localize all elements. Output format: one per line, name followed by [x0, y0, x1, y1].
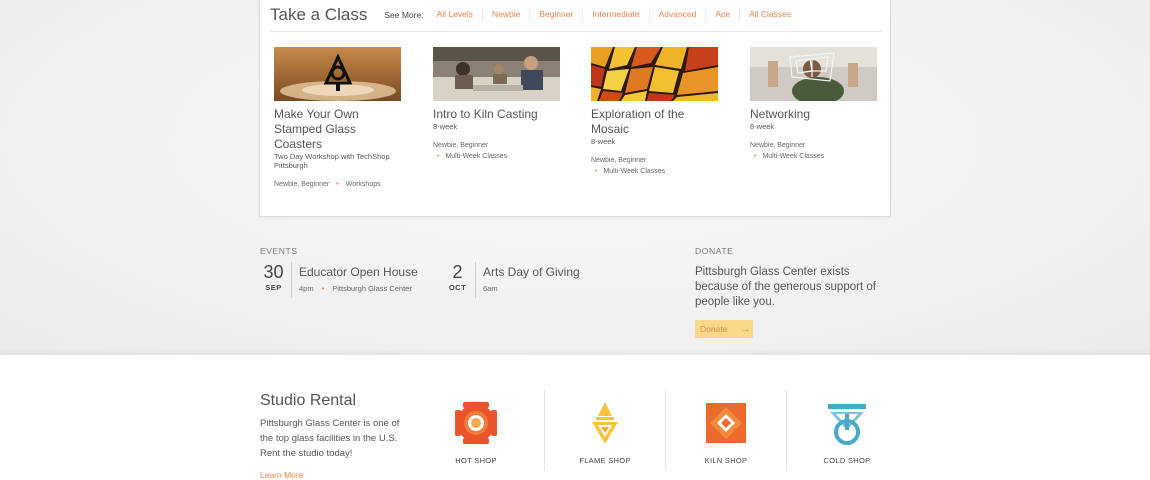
event-item[interactable]: 30 SEP Educator Open House 4pm • Pittsburg… — [256, 262, 418, 298]
class-subtitle: Two Day Workshop with TechShop Pittsburg… — [274, 152, 390, 170]
shop-flame[interactable]: FLAME SHOP — [545, 392, 665, 472]
event-day: 30 — [263, 262, 284, 282]
event-body: Educator Open House 4pm • Pittsburgh Glass… — [292, 262, 418, 298]
class-levels: Newbie, Beginner — [591, 157, 647, 164]
class-item[interactable]: Networking 8-week Newbie, Beginner • Mult… — [750, 47, 878, 162]
class-image-kiln-casting[interactable] — [433, 47, 560, 101]
flame-shop-icon — [592, 402, 618, 444]
class-category-row: • Multi-Week Classes — [433, 151, 561, 162]
event-date: 2 OCT — [440, 262, 476, 298]
class-category-row: • Multi-Week Classes — [591, 166, 719, 177]
class-name[interactable]: Make Your Own Stamped Glass Coasters — [274, 107, 402, 152]
class-category[interactable]: Multi-Week Classes — [445, 153, 507, 160]
event-time: 4pm — [299, 284, 314, 293]
filter-intermediate[interactable]: Intermediate — [583, 9, 650, 20]
see-more-label: See More: — [384, 9, 424, 20]
filter-ace[interactable]: Ace — [706, 9, 741, 20]
class-category[interactable]: Multi-Week Classes — [762, 153, 824, 160]
filter-newbie[interactable]: Newbie — [483, 9, 531, 20]
class-category[interactable]: Multi-Week Classes — [603, 168, 665, 175]
class-name[interactable]: Intro to Kiln Casting — [433, 107, 561, 122]
shop-label: HOT SHOP — [455, 456, 497, 465]
bullet-icon: • — [754, 153, 757, 160]
bullet-icon: • — [437, 153, 440, 160]
class-name[interactable]: Exploration of the Mosaic — [591, 107, 719, 137]
take-a-class-header: Take a Class See More: All Levels Newbie… — [270, 0, 882, 32]
class-image-mosaic[interactable] — [591, 47, 718, 101]
event-body: Arts Day of Giving 6am — [476, 262, 580, 298]
class-levels: Newbie, Beginner — [433, 142, 489, 149]
class-subtitle: 8-week — [750, 122, 775, 131]
studio-rental-text: Pittsburgh Glass Center is one of the to… — [260, 418, 400, 459]
kiln-shop-icon — [706, 403, 746, 443]
event-title[interactable]: Educator Open House — [299, 262, 418, 282]
take-a-class-card: Take a Class See More: All Levels Newbie… — [259, 0, 891, 217]
filter-all-classes[interactable]: All Classes — [740, 9, 800, 20]
class-subtitle: 8-week — [591, 137, 616, 146]
take-a-class-title: Take a Class — [270, 4, 368, 24]
events-label: EVENTS — [260, 246, 298, 256]
class-item[interactable]: Exploration of the Mosaic 8-week Newbie,… — [591, 47, 719, 177]
donate-button[interactable]: Donate → — [695, 320, 753, 338]
bullet-icon: • — [595, 168, 598, 175]
event-month: OCT — [448, 283, 467, 292]
hot-shop-icon — [455, 402, 497, 444]
shop-hot[interactable]: HOT SHOP — [416, 392, 536, 472]
shop-cold[interactable]: COLD SHOP — [787, 392, 907, 472]
filter-all-levels[interactable]: All Levels — [428, 9, 483, 20]
arrow-right-icon: → — [740, 323, 751, 335]
shop-kiln[interactable]: KILN SHOP — [666, 392, 786, 472]
class-name[interactable]: Networking — [750, 107, 878, 122]
bullet-icon: • — [336, 181, 339, 188]
event-location: Pittsburgh Glass Center — [332, 284, 412, 293]
event-item[interactable]: 2 OCT Arts Day of Giving 6am — [440, 262, 580, 298]
bullet-icon: • — [321, 284, 325, 293]
event-meta: 6am — [483, 284, 580, 293]
donate-text: Pittsburgh Glass Center exists because o… — [695, 266, 876, 308]
donate-button-label: Donate — [700, 324, 728, 334]
filter-advanced[interactable]: Advanced — [650, 9, 707, 20]
class-levels: Newbie, Beginner • Workshops — [274, 179, 402, 190]
event-meta: 4pm • Pittsburgh Glass Center — [299, 284, 418, 293]
class-image-coasters[interactable] — [274, 47, 401, 101]
studio-rental-title: Studio Rental — [260, 392, 357, 409]
shop-label: COLD SHOP — [823, 456, 871, 465]
donate-label: DONATE — [695, 246, 734, 256]
event-time: 6am — [483, 284, 498, 293]
learn-more-link[interactable]: Learn More — [260, 470, 303, 480]
event-date: 30 SEP — [256, 262, 292, 298]
event-title[interactable]: Arts Day of Giving — [483, 262, 580, 282]
class-subtitle: 8-week — [433, 122, 458, 131]
class-category-row: • Multi-Week Classes — [750, 151, 878, 162]
filter-beginner[interactable]: Beginner — [530, 9, 584, 20]
class-item[interactable]: Intro to Kiln Casting 8-week Newbie, Beg… — [433, 47, 561, 162]
class-item[interactable]: Make Your Own Stamped Glass Coasters Two… — [274, 47, 402, 190]
event-month: SEP — [265, 283, 282, 292]
shop-label: KILN SHOP — [704, 456, 748, 465]
class-category[interactable]: Workshops — [346, 181, 381, 188]
class-image-networking[interactable] — [750, 47, 877, 101]
class-levels-text: Newbie, Beginner — [274, 181, 330, 188]
shop-label: FLAME SHOP — [579, 456, 631, 465]
class-levels: Newbie, Beginner — [750, 142, 806, 149]
cold-shop-icon — [828, 404, 866, 445]
event-day: 2 — [452, 262, 463, 282]
